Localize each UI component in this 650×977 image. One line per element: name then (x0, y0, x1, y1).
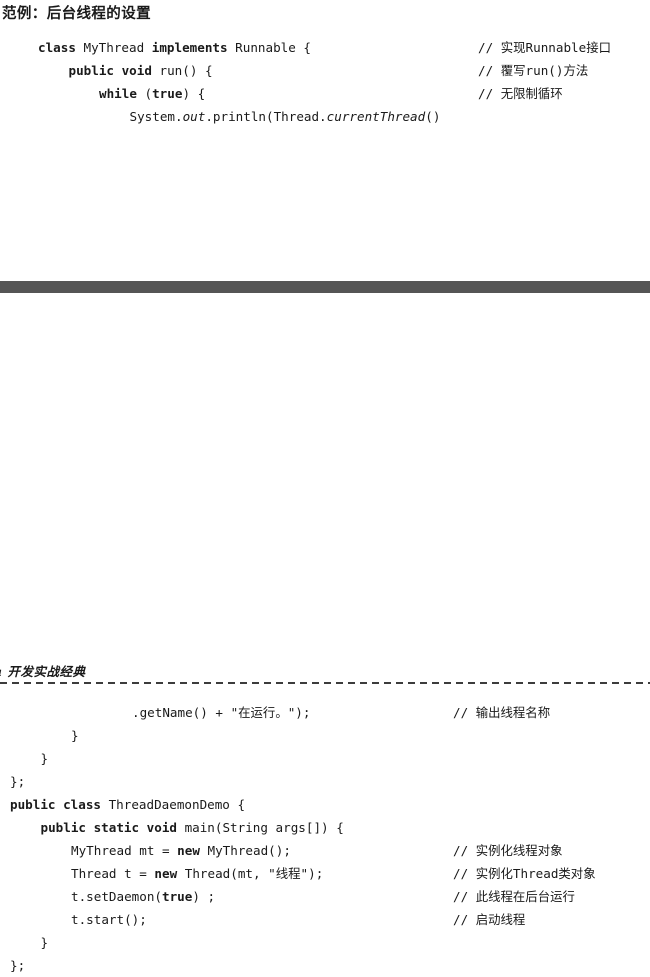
code-text: } (40, 751, 49, 766)
code-text: Thread t = new Thread(mt, "线程"); (71, 866, 324, 881)
running-header: a 开发实战经典 (0, 664, 86, 679)
code-line: System.out.println(Thread.currentThread(… (38, 105, 441, 128)
code-line: t.start(); // 启动线程 (10, 908, 525, 931)
code-line: .getName() + "在运行。"); // 输出线程名称 (10, 701, 550, 724)
code-line: t.setDaemon(true) ; // 此线程在后台运行 (10, 885, 575, 908)
code-text: .getName() + "在运行。"); (132, 705, 311, 720)
code-text: while (true) { (99, 86, 206, 101)
code-comment: // 覆写run()方法 (478, 63, 589, 78)
code-comment: // 实现Runnable接口 (478, 40, 611, 55)
code-comment: // 无限制循环 (478, 86, 563, 101)
page-fragment-bottom: a 开发实战经典 .getName() + "在运行。"); // 输出线程名称}… (0, 293, 650, 973)
code-text: t.setDaemon(true) ; (71, 889, 216, 904)
code-line: class MyThread implements Runnable { // 实… (38, 36, 611, 59)
code-line: while (true) { // 无限制循环 (38, 82, 563, 105)
code-line: }; (10, 954, 344, 977)
code-block-bottom: .getName() + "在运行。"); // 输出线程名称}}}; public… (10, 701, 596, 977)
code-line: MyThread mt = new MyThread(); // 实例化线程对象 (10, 839, 562, 862)
code-text: } (71, 728, 79, 743)
code-text: class MyThread implements Runnable { (38, 40, 311, 55)
code-text: MyThread mt = new MyThread(); (71, 843, 291, 858)
code-line: }; (10, 770, 344, 793)
code-line: } (10, 931, 344, 954)
code-text: public static void main(String args[]) { (40, 820, 344, 835)
code-line: public static void main(String args[]) { (10, 816, 344, 839)
code-comment: // 此线程在后台运行 (453, 889, 575, 904)
code-block-top: class MyThread implements Runnable { // 实… (38, 36, 611, 128)
code-text: } (40, 935, 49, 950)
code-text: t.start(); (71, 912, 147, 927)
code-line: public class ThreadDaemonDemo { (10, 793, 344, 816)
code-text: }; (10, 958, 26, 973)
code-line: public void run() { // 覆写run()方法 (38, 59, 589, 82)
code-comment: // 实例化Thread类对象 (453, 866, 596, 881)
code-comment: // 实例化线程对象 (453, 843, 563, 858)
code-line: } (10, 724, 344, 747)
code-line: } (10, 747, 344, 770)
code-line: Thread t = new Thread(mt, "线程"); // 实例化Th… (10, 862, 596, 885)
code-comment: // 启动线程 (453, 912, 526, 927)
code-text: public class ThreadDaemonDemo { (10, 797, 246, 812)
page-fragment-top: 范例：后台线程的设置 class MyThread implements Run… (0, 0, 650, 281)
code-comment: // 输出线程名称 (453, 705, 551, 720)
header-divider (0, 682, 650, 684)
code-text: public void run() { (68, 63, 213, 78)
code-text: System.out.println(Thread.currentThread(… (129, 109, 441, 124)
page-gutter-band (0, 281, 650, 293)
page-title: 范例：后台线程的设置 (2, 6, 151, 22)
code-text: }; (10, 774, 26, 789)
